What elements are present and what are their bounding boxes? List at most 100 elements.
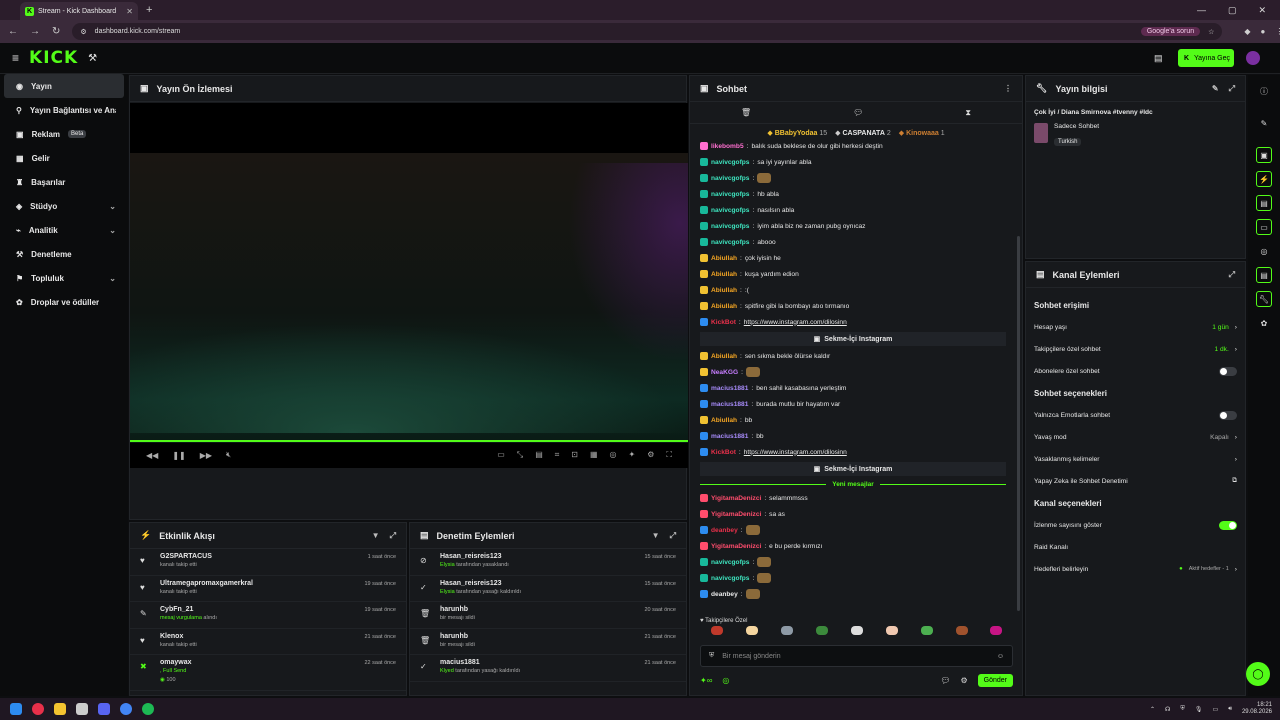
hourglass-icon[interactable]: ⧗ (965, 108, 971, 118)
sidebar-item-studio[interactable]: ◈ Stüdyo ⌄ (4, 194, 124, 218)
channel-icon[interactable]: ▤ (1256, 267, 1272, 283)
chat-username[interactable]: macius1881 (711, 433, 748, 440)
category-thumbnail[interactable] (1034, 123, 1048, 143)
app-icon[interactable] (32, 703, 44, 715)
slow-mode-row[interactable]: Yavaş mod Kapalı › (1026, 426, 1245, 448)
chat-username[interactable]: Abiullah (711, 255, 737, 262)
chat-username[interactable]: navivcgofps (711, 239, 749, 246)
kick-badge-icon[interactable]: ✦∞ (700, 676, 712, 685)
leader-entry[interactable]: ◆ CASPANATA 2 (835, 129, 891, 137)
chat-link[interactable]: https://www.instagram.com/dilosinn (744, 319, 847, 326)
site-info-icon[interactable]: ⚙ (80, 28, 86, 36)
chat-username[interactable]: Abiullah (711, 417, 737, 424)
chat-username[interactable]: deanbey (711, 527, 738, 534)
chat-link[interactable]: https://www.instagram.com/dilosinn (744, 449, 847, 456)
wallet-icon[interactable]: ▤ (1154, 53, 1163, 64)
extension-icon[interactable]: ◆ (1244, 27, 1250, 36)
chat-message[interactable]: Abiullah: sen sıkma bekle ölürse kaldır (690, 348, 1016, 364)
file-explorer-icon[interactable] (54, 703, 66, 715)
chat-message[interactable]: YigitamaDenizci: selammmsss (690, 490, 1016, 506)
send-button[interactable]: Gönder (977, 673, 1013, 687)
expand-icon[interactable]: ⤢ (1229, 270, 1235, 280)
expand-icon[interactable]: ⤢ (390, 531, 396, 541)
fullscreen-icon[interactable]: ⛶ (666, 450, 672, 460)
leader-entry[interactable]: ◆ BBabyYodaa 15 (767, 129, 827, 137)
record-icon[interactable]: ◎ (610, 450, 617, 460)
activity-user[interactable]: omaywax (160, 658, 357, 667)
new-tab-icon[interactable]: + (146, 4, 152, 16)
chat-message[interactable]: macius1881: burada mutlu bir hayatım var (690, 396, 1016, 412)
activity-user[interactable]: G2SPARTACUS (160, 552, 360, 561)
network-icon[interactable]: ▭ (1213, 706, 1219, 713)
emote[interactable] (711, 626, 724, 635)
chat-message[interactable]: YigitamaDenizci: sa as (690, 506, 1016, 522)
chat-username[interactable]: navivcgofps (711, 575, 749, 582)
clip-icon[interactable]: ⤡ (517, 450, 523, 460)
clock[interactable]: 18:21 29.08.2026 (1242, 702, 1272, 716)
chat-input[interactable]: ⛨ Bir mesaj gönderin ☺ (700, 645, 1013, 667)
chrome-icon[interactable] (120, 703, 132, 715)
chat-username[interactable]: navivcgofps (711, 159, 749, 166)
chat-message[interactable]: navivcgofps: nasılsın abla (690, 202, 1016, 218)
kick-logo[interactable]: KICK (29, 48, 78, 68)
chat-username[interactable]: Abiullah (711, 271, 737, 278)
sidebar-item-achievements[interactable]: ♜ Başarılar (4, 170, 124, 194)
ai-moderation-row[interactable]: Yapay Zeka ile Sohbet Denetimi ⧉ (1026, 470, 1245, 492)
goals-row[interactable]: Hedefleri belirleyin ● Aktif hedefler - 1 › (1026, 558, 1245, 580)
chat-username[interactable]: Abiullah (711, 303, 737, 310)
chat-message[interactable]: Abiullah::( (690, 282, 1016, 298)
chat-message[interactable]: navivcgofps: iyim abla biz ne zaman pubg … (690, 218, 1016, 234)
app-icon[interactable] (76, 703, 88, 715)
forward-icon[interactable]: ▶▶ (200, 451, 212, 460)
chat-username[interactable]: KickBot (711, 319, 736, 326)
reload-icon[interactable]: ↻ (52, 26, 60, 37)
profile-icon[interactable]: ● (1261, 27, 1266, 36)
spotify-icon[interactable] (142, 703, 154, 715)
sidebar-item-stream[interactable]: ◉ Yayın (4, 74, 124, 98)
sidebar-item-community[interactable]: ⚑ Topluluk ⌄ (4, 266, 124, 290)
banned-words-row[interactable]: Yasaklanmış kelimeler › (1026, 448, 1245, 470)
chat-username[interactable]: YigitamaDenizci (711, 543, 761, 550)
points-icon[interactable]: ◎ (722, 676, 729, 685)
chat-username[interactable]: Abiullah (711, 287, 737, 294)
emote[interactable] (885, 626, 898, 635)
chat-message[interactable]: NeaKGG: (690, 364, 1016, 380)
bolt-icon[interactable]: ⚡ (1256, 171, 1272, 187)
activity-user[interactable]: CybFn_21 (160, 605, 357, 614)
video-progress-bar[interactable] (130, 440, 688, 442)
chat-message[interactable]: navivcgofps: (690, 554, 1016, 570)
chat-message[interactable]: deanbey: (690, 586, 1016, 602)
headset-icon[interactable]: ☊ (1165, 706, 1170, 713)
raid-row[interactable]: Raid Kanalı (1026, 536, 1245, 558)
chat-message[interactable]: navivcgofps: (690, 170, 1016, 186)
activity-user[interactable]: Ultramegapromaxgamerkral (160, 579, 357, 588)
modlog-user[interactable]: Hasan_reisreis123 (440, 552, 637, 561)
chat-message[interactable]: deanbey: (690, 522, 1016, 538)
edit-icon[interactable]: ✎ (1256, 115, 1272, 131)
chat-username[interactable]: Abiullah (711, 353, 737, 360)
emote[interactable] (781, 626, 794, 635)
chat-message[interactable]: KickBot: https://www.instagram.com/dilosi… (690, 444, 1016, 460)
chat-username[interactable]: navivcgofps (711, 207, 749, 214)
menu-icon[interactable]: ⋮ (1275, 27, 1280, 36)
leader-entry[interactable]: ◆ Kinowaaa 1 (899, 129, 945, 137)
emote[interactable] (920, 626, 933, 635)
hamburger-menu-icon[interactable]: ≡ (12, 51, 19, 65)
close-window-icon[interactable]: ✕ (1258, 5, 1266, 16)
emote[interactable] (955, 626, 968, 635)
chat-username[interactable]: KickBot (711, 449, 736, 456)
chat-message[interactable]: likebomb5: balık suda beklese de olur gib… (690, 138, 1016, 154)
sidebar-item-moderation[interactable]: ⚒ Denetleme (4, 242, 124, 266)
sidebar-item-stream-key[interactable]: ⚲ Yayın Bağlantısı ve Anahtarı (4, 98, 124, 122)
chat-message[interactable]: YigitamaDenizci: e bu perde kırmızı (690, 538, 1016, 554)
trash-icon[interactable]: 🗑︎ (741, 108, 751, 117)
rewind-icon[interactable]: ◀◀ (146, 451, 158, 460)
chat-settings-icon[interactable]: 💬︎ (940, 676, 950, 685)
emote[interactable] (816, 626, 829, 635)
activity-user[interactable]: Klenox (160, 632, 357, 641)
chat-message[interactable]: navivcgofps: (690, 570, 1016, 586)
chat-username[interactable]: navivcgofps (711, 175, 749, 182)
url-field[interactable]: ⚙ dashboard.kick.com/stream Google'a sor… (72, 23, 1223, 40)
wrench-icon[interactable]: 🔧︎ (1256, 291, 1272, 307)
followers-only-row[interactable]: Takipçilere özel sohbet 1 dk. › (1026, 338, 1245, 360)
